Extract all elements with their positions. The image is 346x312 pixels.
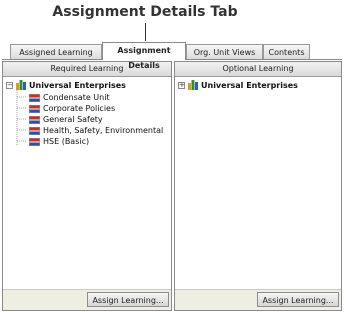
course-icon xyxy=(29,104,40,113)
tree-item-label: HSE (Basic) xyxy=(43,137,90,146)
course-icon xyxy=(29,137,40,146)
optional-learning-header: Optional Learning xyxy=(175,62,341,77)
expand-icon[interactable]: + xyxy=(178,81,185,89)
assign-learning-button[interactable]: Assign Learning... xyxy=(87,292,169,307)
tree-item-label: Condensate Unit xyxy=(43,93,110,102)
required-learning-footer: Assign Learning... xyxy=(3,289,171,310)
collapse-icon[interactable]: − xyxy=(6,81,13,89)
optional-learning-footer: Assign Learning... xyxy=(175,289,341,310)
required-learning-tree: − Universal Enterprises Condensate Unit xyxy=(3,77,171,290)
tree-node-universal-enterprises[interactable]: − Universal Enterprises xyxy=(6,79,126,91)
tab-contents[interactable]: Contents xyxy=(263,44,310,59)
tab-strip: Assigned Learning Assignment Details Org… xyxy=(2,42,342,70)
tree-item-corporate-policies[interactable]: Corporate Policies xyxy=(29,103,115,114)
tree-item-health-safety-environmental[interactable]: Health, Safety, Environmental xyxy=(29,125,163,136)
assign-learning-button[interactable]: Assign Learning... xyxy=(257,292,339,307)
course-icon xyxy=(29,115,40,124)
tree-item-hse-basic[interactable]: HSE (Basic) xyxy=(29,136,89,147)
course-icon xyxy=(29,126,40,135)
tree-node-universal-enterprises[interactable]: + Universal Enterprises xyxy=(178,79,298,91)
tree-item-label: General Safety xyxy=(43,115,103,124)
callout-pointer-line xyxy=(145,23,146,41)
tree-item-condensate-unit[interactable]: Condensate Unit xyxy=(29,92,110,103)
required-learning-panel: Required Learning − Universal Enterprise… xyxy=(2,61,172,311)
optional-learning-panel: Optional Learning + Universal Enterprise… xyxy=(174,61,342,311)
tab-org-unit-views[interactable]: Org. Unit Views xyxy=(186,44,263,59)
callout-title: Assignment Details Tab xyxy=(52,4,238,20)
organization-icon xyxy=(188,80,198,90)
tree-root-label: Universal Enterprises xyxy=(29,80,126,90)
optional-learning-tree: + Universal Enterprises xyxy=(175,77,341,290)
tab-assignment-details[interactable]: Assignment Details xyxy=(102,42,186,70)
course-icon xyxy=(29,93,40,102)
tree-item-general-safety[interactable]: General Safety xyxy=(29,114,103,125)
tab-assigned-learning[interactable]: Assigned Learning xyxy=(10,44,102,59)
tree-root-label: Universal Enterprises xyxy=(201,80,298,90)
tree-item-label: Health, Safety, Environmental xyxy=(43,126,164,135)
tree-item-label: Corporate Policies xyxy=(43,104,116,113)
organization-icon xyxy=(16,80,26,90)
